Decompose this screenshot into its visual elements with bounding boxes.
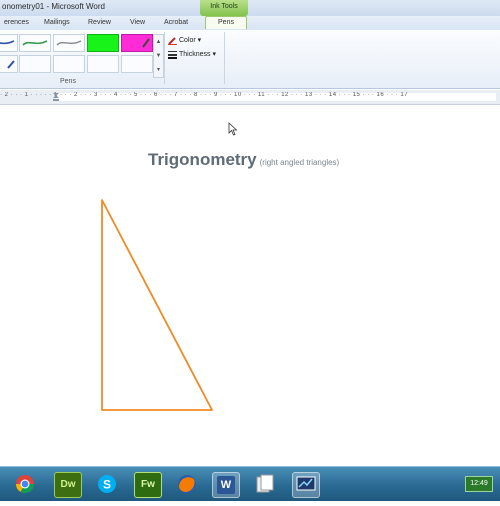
fireworks-icon[interactable]: Fw: [134, 472, 162, 498]
taskbar-clock[interactable]: 12:49: [465, 476, 493, 492]
presentation-icon[interactable]: [292, 472, 320, 498]
mouse-pointer-icon: [228, 122, 238, 136]
dreamweaver-icon[interactable]: Dw: [54, 472, 82, 498]
svg-text:S: S: [103, 478, 111, 492]
firefox-icon[interactable]: [174, 472, 200, 496]
skype-icon[interactable]: S: [94, 472, 120, 496]
right-triangle-ink: [101, 199, 213, 411]
windows-taskbar: Dw S Fw W 12:49: [0, 466, 500, 501]
word-icon[interactable]: W: [212, 472, 240, 498]
files-icon[interactable]: [252, 472, 278, 496]
chrome-icon[interactable]: [12, 472, 38, 496]
ink-drawing-layer: [101, 199, 213, 411]
